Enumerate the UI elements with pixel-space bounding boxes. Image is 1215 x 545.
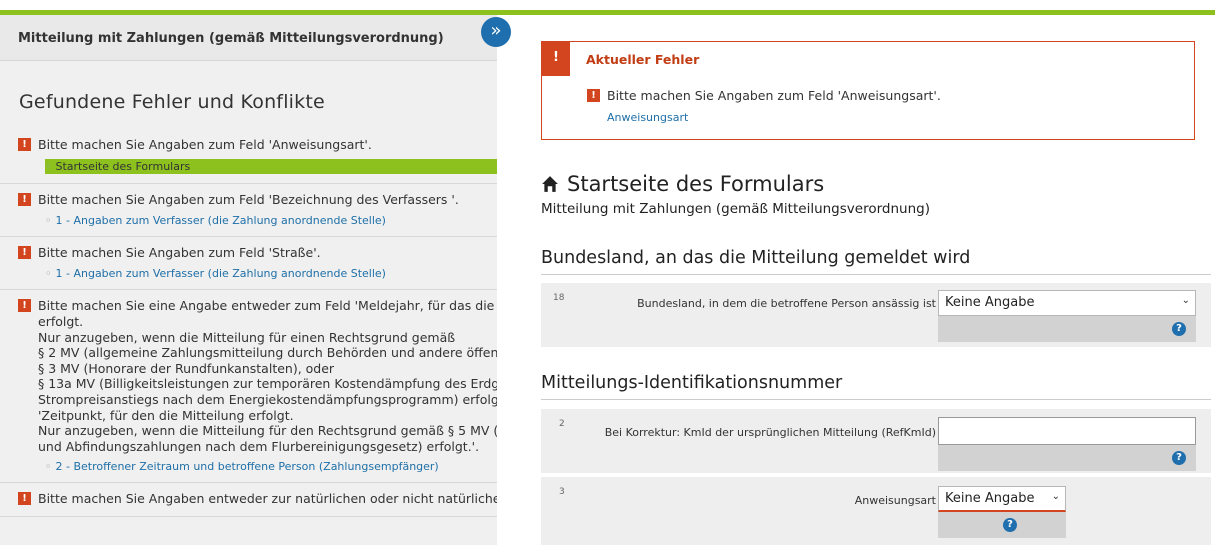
bullet-icon: ◦: [45, 460, 52, 474]
field-label: Bei Korrektur: KmId der ursprünglichen M…: [604, 426, 936, 439]
error-text: Bitte machen Sie Angaben zum Feld 'Straß…: [38, 245, 321, 260]
error-link[interactable]: ◦ 1 - Angaben zum Verfasser (die Zahlung …: [45, 267, 497, 280]
field-label: Anweisungsart: [854, 494, 936, 507]
error-link-active[interactable]: ◦ Startseite des Formulars: [45, 159, 497, 174]
error-detail: erfolgt. Nur anzugeben, wenn die Mitteilu…: [38, 314, 497, 454]
page-title: Startseite des Formulars: [541, 172, 824, 196]
collapse-sidebar-button[interactable]: »: [481, 17, 511, 47]
error-item: ! Bitte machen Sie Angaben zum Feld 'Bez…: [0, 184, 497, 237]
sidebar-header-title: Mitteilung mit Zahlungen (gemäß Mitteilu…: [0, 15, 497, 61]
help-icon[interactable]: ?: [1003, 518, 1017, 532]
error-icon: !: [18, 193, 31, 206]
refkmid-input[interactable]: [938, 417, 1196, 445]
section-title-bundesland: Bundesland, an das die Mitteilung gemeld…: [541, 248, 1211, 275]
error-icon: !: [18, 299, 31, 312]
chevron-down-icon: ⌄: [1181, 295, 1190, 306]
error-list: ! Bitte machen Sie Angaben zum Feld 'Anw…: [0, 131, 497, 518]
alert-field-link[interactable]: Anweisungsart: [607, 111, 688, 124]
field-number: 18: [553, 293, 565, 303]
error-icon: !: [587, 89, 600, 102]
error-icon: !: [18, 246, 31, 259]
field-label: Bundesland, in dem die betroffene Person…: [637, 297, 936, 310]
page-subtitle: Mitteilung mit Zahlungen (gemäß Mitteilu…: [541, 201, 930, 217]
top-accent-bar: [0, 0, 1215, 16]
bullet-icon: ◦: [45, 160, 52, 173]
field-row-refkmid: 2 Bei Korrektur: KmId der ursprünglichen…: [541, 409, 1211, 473]
alert-icon: !: [542, 42, 570, 76]
error-item: ! Bitte machen Sie eine Angabe entweder …: [0, 290, 497, 484]
bullet-icon: ◦: [45, 214, 52, 227]
error-text: Bitte machen Sie Angaben zum Feld 'Anwei…: [38, 137, 372, 152]
alert-message: ! Bitte machen Sie Angaben zum Feld 'Anw…: [587, 88, 941, 103]
error-icon: !: [18, 138, 31, 151]
error-text: Bitte machen Sie Angaben zum Feld 'Bezei…: [38, 192, 459, 207]
home-icon: [542, 176, 558, 192]
field-number: 2: [559, 419, 565, 429]
error-text: Bitte machen Sie eine Angabe entweder zu…: [38, 298, 497, 313]
error-icon: !: [18, 492, 31, 506]
field-row-anweisungsart: 3 Anweisungsart Keine Angabe ⌄ ?: [541, 477, 1211, 545]
error-item: ! Bitte machen Sie Angaben zum Feld 'Str…: [0, 237, 497, 290]
bundesland-select[interactable]: Keine Angabe ⌄: [938, 290, 1196, 316]
field-row-bundesland: 18 Bundesland, in dem die betroffene Per…: [541, 283, 1211, 347]
section-title-identifikation: Mitteilungs-Identifikationsnummer: [541, 373, 1211, 400]
current-error-alert: ! Aktueller Fehler ! Bitte machen Sie An…: [541, 41, 1195, 140]
chevron-down-icon: ⌄: [1051, 491, 1060, 502]
sidebar-heading: Gefundene Fehler und Konflikte: [19, 91, 325, 113]
error-item: ! Bitte machen Sie Angaben entweder zur …: [0, 483, 497, 518]
error-item: ! Bitte machen Sie Angaben zum Feld 'Anw…: [0, 131, 497, 184]
error-link[interactable]: ◦ 2 - Betroffener Zeitraum und betroffene…: [45, 460, 497, 473]
help-icon[interactable]: ?: [1172, 451, 1186, 465]
alert-title: Aktueller Fehler: [586, 52, 700, 67]
anweisungsart-select[interactable]: Keine Angabe ⌄: [938, 486, 1066, 512]
error-link[interactable]: ◦ 1 - Angaben zum Verfasser (die Zahlung …: [45, 214, 497, 227]
error-sidebar: Mitteilung mit Zahlungen (gemäß Mitteilu…: [0, 15, 497, 545]
help-icon[interactable]: ?: [1172, 322, 1186, 336]
error-text: Bitte machen Sie Angaben entweder zur na…: [38, 491, 497, 507]
bullet-icon: ◦: [45, 267, 52, 280]
field-number: 3: [559, 487, 565, 497]
